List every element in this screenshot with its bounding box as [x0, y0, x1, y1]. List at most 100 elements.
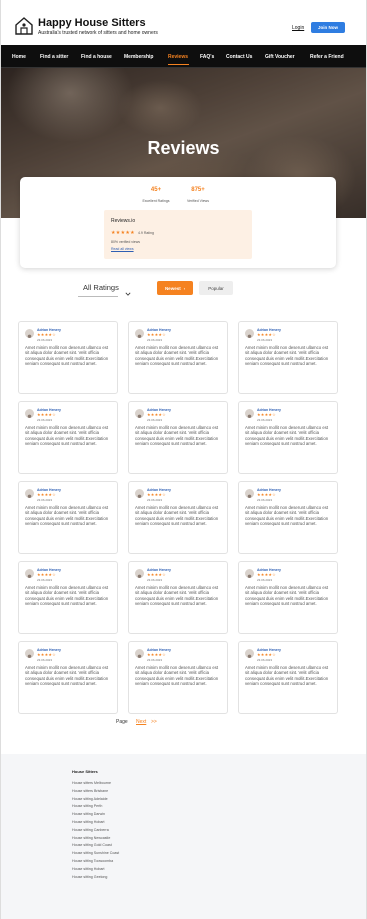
- footer-link[interactable]: House sitting Geelong: [72, 875, 107, 879]
- review-stars: ★★★★☆: [37, 652, 56, 657]
- footer-link[interactable]: House sitting Toowoomba: [72, 859, 113, 863]
- review-text: Amet minim mollit non deserunt ullamco e…: [25, 585, 109, 607]
- reviews-io-stars: ★★★★★: [111, 230, 135, 236]
- nav-item-find-a-sitter[interactable]: Find a sitter: [40, 54, 68, 60]
- nav-item-faqs[interactable]: FAQ's: [200, 54, 214, 60]
- review-card[interactable]: Adrian Henery ★★★★☆ 23.06.2023 Amet minim m…: [238, 321, 338, 394]
- avatar: [25, 489, 34, 498]
- review-card[interactable]: Adrian Henery ★★★★☆ 23.06.2023 Amet minim m…: [18, 641, 118, 714]
- review-text: Amet minim mollit non deserunt ullamco e…: [25, 425, 109, 447]
- review-date: 23.06.2023: [147, 658, 163, 662]
- review-stars: ★★★★☆: [37, 572, 56, 577]
- footer-link[interactable]: House sitting Hobart: [72, 820, 105, 824]
- review-text: Amet minim mollit non deserunt ullamco e…: [245, 425, 329, 447]
- next-page-link[interactable]: Next: [136, 719, 146, 725]
- brand-name[interactable]: Happy House Sitters: [38, 17, 146, 29]
- excellent-ratings-label: Excellent Ratings: [142, 199, 170, 203]
- review-card[interactable]: Adrian Henery ★★★★☆ 23.06.2023 Amet minim m…: [18, 401, 118, 474]
- review-date: 23.06.2023: [37, 658, 53, 662]
- reviews-io-name: Reviews.io: [111, 218, 136, 224]
- review-card[interactable]: Adrian Henery ★★★★☆ 23.06.2023 Amet minim m…: [238, 561, 338, 634]
- footer-link[interactable]: House sitting Newcastle: [72, 836, 110, 840]
- review-stars: ★★★★☆: [147, 412, 166, 417]
- review-date: 23.06.2023: [257, 658, 273, 662]
- review-date: 23.06.2023: [257, 338, 273, 342]
- review-text: Amet minim mollit non deserunt ullamco e…: [135, 345, 219, 367]
- avatar: [25, 329, 34, 338]
- review-card[interactable]: Adrian Henery ★★★★☆ 23.06.2023 Amet minim m…: [128, 641, 228, 714]
- sort-newest-button[interactable]: Newest ›: [157, 281, 193, 295]
- active-nav-indicator: [168, 64, 189, 65]
- footer-link[interactable]: House sitting Canberra: [72, 828, 109, 832]
- review-card[interactable]: Adrian Henery ★★★★☆ 23.06.2023 Amet minim m…: [18, 481, 118, 554]
- review-text: Amet minim mollit non deserunt ullamco e…: [245, 585, 329, 607]
- review-card[interactable]: Adrian Henery ★★★★☆ 23.06.2023 Amet minim m…: [238, 641, 338, 714]
- sort-popular-button[interactable]: Popular: [199, 281, 233, 295]
- review-text: Amet minim mollit non deserunt ullamco e…: [135, 505, 219, 527]
- review-text: Amet minim mollit non deserunt ullamco e…: [135, 425, 219, 447]
- review-card[interactable]: Adrian Henery ★★★★☆ 23.06.2023 Amet minim m…: [128, 321, 228, 394]
- avatar: [245, 489, 254, 498]
- review-date: 23.06.2023: [147, 338, 163, 342]
- review-stars: ★★★★☆: [147, 652, 166, 657]
- nav-item-find-a-house[interactable]: Find a house: [81, 54, 112, 60]
- nav-item-membership[interactable]: Membership: [124, 54, 153, 60]
- join-now-button[interactable]: Join Now: [311, 22, 345, 33]
- review-date: 23.06.2023: [37, 338, 53, 342]
- review-date: 23.06.2023: [257, 578, 273, 582]
- nav-item-reviews[interactable]: Reviews: [168, 54, 188, 60]
- avatar: [25, 649, 34, 658]
- house-logo-icon[interactable]: [14, 16, 34, 36]
- nav-item-home[interactable]: Home: [12, 54, 26, 60]
- review-stars: ★★★★☆: [37, 332, 56, 337]
- excellent-ratings-value: 45+: [150, 187, 162, 193]
- avatar: [135, 569, 144, 578]
- avatar: [25, 569, 34, 578]
- review-date: 23.06.2023: [147, 578, 163, 582]
- footer-link[interactable]: House sitting Gold Coast: [72, 843, 112, 847]
- footer-link[interactable]: House sitting Darwin: [72, 812, 105, 816]
- review-card[interactable]: Adrian Henery ★★★★☆ 23.06.2023 Amet minim m…: [128, 481, 228, 554]
- page: Happy House Sitters Australia's trusted …: [0, 0, 367, 919]
- avatar: [25, 409, 34, 418]
- footer-link[interactable]: House sitting Hobart: [72, 867, 105, 871]
- nav-item-gift-voucher[interactable]: Gift Voucher: [265, 54, 295, 60]
- review-date: 23.06.2023: [37, 418, 53, 422]
- review-card[interactable]: Adrian Henery ★★★★☆ 23.06.2023 Amet minim m…: [128, 561, 228, 634]
- review-stars: ★★★★☆: [257, 572, 276, 577]
- footer-link[interactable]: House sitting Adelaide: [72, 797, 108, 801]
- reviews-io-box: Reviews.io ★★★★★ 4.9 Rating 80% verified…: [104, 210, 252, 259]
- review-stars: ★★★★☆: [257, 492, 276, 497]
- chevron-down-icon[interactable]: [125, 284, 131, 296]
- review-stars: ★★★★☆: [37, 412, 56, 417]
- sort-newest-label: Newest: [164, 285, 181, 291]
- footer-section-title: House Sitters: [72, 769, 98, 774]
- footer-link[interactable]: House sitters Melbourne: [72, 781, 111, 785]
- page-edge-left: [0, 0, 1, 919]
- nav-item-contact-us[interactable]: Contact Us: [226, 54, 252, 60]
- review-card[interactable]: Adrian Henery ★★★★☆ 23.06.2023 Amet minim m…: [238, 481, 338, 554]
- footer-link[interactable]: House sitting Sunshine Coast: [72, 851, 119, 855]
- review-card[interactable]: Adrian Henery ★★★★☆ 23.06.2023 Amet minim m…: [128, 401, 228, 474]
- footer-link[interactable]: House sitters Brisbane: [72, 789, 108, 793]
- verified-views-label: Verified Views: [187, 199, 209, 203]
- avatar: [245, 329, 254, 338]
- review-card[interactable]: Adrian Henery ★★★★☆ 23.06.2023 Amet minim m…: [18, 561, 118, 634]
- nav-item-refer-a-friend[interactable]: Refer a Friend: [310, 54, 344, 60]
- review-text: Amet minim mollit non deserunt ullamco e…: [25, 505, 109, 527]
- rating-filter-select[interactable]: All Ratings: [78, 279, 119, 297]
- footer-link[interactable]: House sitting Perth: [72, 804, 102, 808]
- review-text: Amet minim mollit non deserunt ullamco e…: [135, 665, 219, 687]
- avatar: [135, 649, 144, 658]
- review-date: 23.06.2023: [37, 498, 53, 502]
- review-card[interactable]: Adrian Henery ★★★★☆ 23.06.2023 Amet minim m…: [238, 401, 338, 474]
- review-date: 23.06.2023: [147, 418, 163, 422]
- review-card[interactable]: Adrian Henery ★★★★☆ 23.06.2023 Amet minim m…: [18, 321, 118, 394]
- review-stars: ★★★★☆: [257, 412, 276, 417]
- review-stars: ★★★★☆: [147, 572, 166, 577]
- double-chevron-right-icon[interactable]: >>: [151, 719, 157, 725]
- login-link[interactable]: Login: [292, 25, 304, 31]
- pagination-label: Page: [116, 719, 128, 725]
- read-all-views-link[interactable]: Read all views: [111, 247, 134, 251]
- review-text: Amet minim mollit non deserunt ullamco e…: [135, 585, 219, 607]
